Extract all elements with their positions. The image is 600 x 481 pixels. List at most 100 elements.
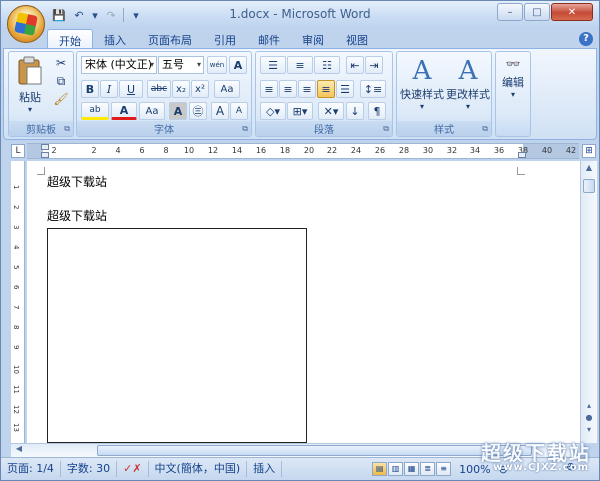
maximize-button[interactable]: □: [524, 3, 550, 21]
chevron-down-icon: ▾: [465, 102, 470, 111]
distributed-button[interactable]: ☰: [336, 80, 354, 98]
line-spacing-button[interactable]: ↕≡: [360, 80, 386, 98]
first-indent-marker[interactable]: [41, 144, 49, 150]
margin-corner-mark: [37, 167, 45, 175]
font-color-button[interactable]: A: [111, 102, 137, 120]
vertical-ruler[interactable]: 1 2 3 4 5 6 7 8 9 10 11 12 13: [11, 161, 25, 443]
next-page-icon[interactable]: ▾: [583, 425, 595, 437]
clear-format-button[interactable]: Aa: [214, 80, 240, 98]
office-logo-icon: [14, 12, 38, 36]
tab-selector[interactable]: L: [11, 144, 25, 158]
font-size-combo[interactable]: 五号 ▾: [158, 56, 204, 74]
cut-icon[interactable]: ✂: [53, 56, 69, 70]
superscript-button[interactable]: x²: [191, 80, 209, 98]
language-indicator[interactable]: 中文(簡体，中国): [149, 461, 248, 477]
document-paragraph[interactable]: 超级下载站: [47, 173, 107, 190]
borders-button[interactable]: ⊞▾: [287, 102, 313, 120]
tab-view[interactable]: 视图: [335, 29, 379, 49]
word-count[interactable]: 字数: 30: [61, 461, 118, 477]
tab-mailings[interactable]: 邮件: [247, 29, 291, 49]
font-launcher-icon[interactable]: ⧉: [242, 124, 248, 134]
close-button[interactable]: ✕: [551, 3, 593, 21]
align-center-button[interactable]: ≡: [279, 80, 297, 98]
web-layout-icon[interactable]: ▦: [404, 462, 420, 476]
grow-font-button[interactable]: A: [211, 102, 229, 120]
tab-review[interactable]: 审阅: [291, 29, 335, 49]
page-count[interactable]: 页面: 1/4: [1, 461, 61, 477]
italic-button[interactable]: I: [100, 80, 118, 98]
ruler-label: 36: [493, 146, 505, 155]
paste-button[interactable]: 粘贴 ▾: [13, 56, 47, 114]
ruler-label: 18: [279, 146, 291, 155]
bullets-button[interactable]: ☰: [260, 56, 286, 74]
spelling-check-icon[interactable]: ✓✗: [117, 461, 149, 477]
copy-icon[interactable]: ⧉: [53, 74, 69, 89]
office-button[interactable]: [7, 5, 45, 43]
format-painter-icon[interactable]: 🖌: [53, 92, 69, 106]
highlight-button[interactable]: ab: [81, 102, 109, 120]
previous-page-icon[interactable]: ▴: [583, 401, 595, 413]
paste-dropdown-icon[interactable]: ▾: [13, 105, 47, 114]
styles-launcher-icon[interactable]: ⧉: [482, 124, 488, 134]
horizontal-ruler[interactable]: 2 2 4 6 8 10 12 14 16 18 20 22 24 26 28 …: [27, 143, 579, 159]
strikethrough-button[interactable]: abc: [147, 80, 171, 98]
subscript-button[interactable]: x₂: [172, 80, 190, 98]
ruler-label: 13: [12, 423, 20, 432]
hanging-indent-marker[interactable]: [41, 152, 49, 158]
scroll-up-icon[interactable]: ▲: [583, 163, 595, 175]
justify-button[interactable]: ≡: [317, 80, 335, 98]
ruler-label: 8: [163, 146, 169, 155]
quick-styles-button[interactable]: A 快速样式 ▾: [399, 56, 445, 111]
ruler-label: 1: [12, 185, 20, 190]
ruler-label: 24: [350, 146, 362, 155]
shrink-font-button[interactable]: A: [230, 102, 248, 120]
multilevel-list-button[interactable]: ☷: [314, 56, 340, 74]
editing-button[interactable]: 👓 编辑 ▾: [498, 54, 528, 99]
ribbon: 粘贴 ▾ ✂ ⧉ 🖌 剪贴板 ⧉ 宋体 (中文正) ▾ 五号 ▾ wén A B I…: [3, 48, 597, 140]
print-layout-icon[interactable]: ▤: [372, 462, 388, 476]
numbering-button[interactable]: ≡: [287, 56, 313, 74]
enclose-char-button[interactable]: ㊂: [189, 102, 207, 120]
view-ruler-icon[interactable]: ⊞: [582, 144, 596, 158]
align-left-button[interactable]: ≡: [260, 80, 278, 98]
change-styles-button[interactable]: A 更改样式 ▾: [445, 56, 491, 111]
minimize-button[interactable]: –: [497, 3, 523, 21]
horizontal-scroll-thumb[interactable]: [97, 445, 532, 456]
show-marks-button[interactable]: ¶: [368, 102, 386, 120]
vertical-scroll-thumb[interactable]: [583, 179, 595, 193]
clipboard-launcher-icon[interactable]: ⧉: [64, 124, 70, 134]
tab-home[interactable]: 开始: [47, 29, 93, 49]
scroll-left-icon[interactable]: ◀: [13, 444, 25, 456]
insert-mode[interactable]: 插入: [247, 461, 283, 477]
draft-icon[interactable]: ≡: [436, 462, 452, 476]
bold-button[interactable]: B: [81, 80, 99, 98]
char-border-button[interactable]: A: [229, 56, 247, 74]
tab-references[interactable]: 引用: [203, 29, 247, 49]
sort-button[interactable]: ↓: [346, 102, 364, 120]
ruler-label: 11: [12, 385, 20, 394]
help-icon[interactable]: ?: [579, 32, 593, 46]
shading-button[interactable]: ◇▾: [260, 102, 286, 120]
binoculars-icon: 👓: [505, 57, 521, 71]
chinese-layout-button[interactable]: ✕▾: [318, 102, 344, 120]
outline-icon[interactable]: ≣: [420, 462, 436, 476]
right-indent-marker[interactable]: [518, 152, 526, 158]
increase-indent-button[interactable]: ⇥: [365, 56, 383, 74]
tab-insert[interactable]: 插入: [93, 29, 137, 49]
ruler-label: 4: [115, 146, 121, 155]
align-right-button[interactable]: ≡: [298, 80, 316, 98]
document-paragraph[interactable]: 超级下载站: [47, 207, 107, 224]
vertical-scrollbar[interactable]: ▲ ▴ ● ▾: [580, 161, 597, 443]
paragraph-launcher-icon[interactable]: ⧉: [383, 124, 389, 134]
decrease-indent-button[interactable]: ⇤: [346, 56, 364, 74]
char-shading-button[interactable]: A: [169, 102, 187, 120]
change-case-button[interactable]: Aa: [139, 102, 165, 120]
clear-format-icon: Aa: [220, 83, 234, 95]
font-name-combo[interactable]: 宋体 (中文正) ▾: [81, 56, 157, 74]
underline-button[interactable]: U: [119, 80, 143, 98]
browse-object-icon[interactable]: ●: [583, 413, 595, 425]
full-screen-reading-icon[interactable]: ▥: [388, 462, 404, 476]
tab-page-layout[interactable]: 页面布局: [137, 29, 203, 49]
text-box[interactable]: [47, 228, 307, 443]
phonetic-guide-button[interactable]: wén: [207, 56, 227, 74]
